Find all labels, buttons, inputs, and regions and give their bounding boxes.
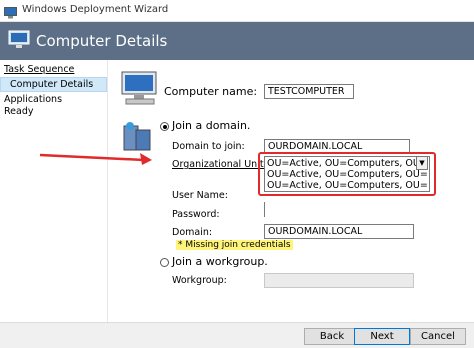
sidebar-item-applications[interactable]: Applications xyxy=(4,94,62,105)
workgroup-input[interactable] xyxy=(264,273,414,288)
computer-name-input[interactable]: TESTCOMPUTER xyxy=(264,84,354,99)
join-domain-radio[interactable] xyxy=(160,122,169,131)
sidebar-item-ready[interactable]: Ready xyxy=(4,106,34,117)
workgroup-label: Workgroup: xyxy=(172,275,227,286)
missing-credentials-warning: * Missing join credentials xyxy=(176,240,293,250)
sidebar-item-computer-details[interactable]: Computer Details xyxy=(0,77,107,92)
sidebar-item-task-sequence[interactable]: Task Sequence xyxy=(4,64,74,75)
window-title: Windows Deployment Wizard xyxy=(22,4,169,15)
annotation-arrow-icon xyxy=(39,153,152,165)
join-workgroup-label[interactable]: Join a workgroup. xyxy=(172,255,268,268)
domain-label: Domain: xyxy=(172,227,213,238)
domain-input[interactable]: OURDOMAIN.LOCAL xyxy=(264,224,414,239)
ou-label: Organizational Unit: xyxy=(172,159,267,170)
wizard-header: Computer Details xyxy=(0,22,474,60)
cancel-button[interactable]: Cancel xyxy=(410,328,466,345)
domain-to-join-label: Domain to join: xyxy=(172,141,245,152)
computer-icon xyxy=(120,70,160,110)
page-title: Computer Details xyxy=(36,32,168,50)
user-name-label: User Name: xyxy=(172,190,228,201)
next-button[interactable]: Next xyxy=(354,328,410,345)
wizard-sidebar: Task Sequence Computer Details Applicati… xyxy=(0,60,108,322)
computer-details-form: Computer name: TESTCOMPUTER Join a domai… xyxy=(108,60,474,322)
back-button[interactable]: Back xyxy=(304,328,360,345)
computer-monitor-icon xyxy=(8,30,30,54)
computer-name-label: Computer name: xyxy=(164,85,258,98)
join-domain-label[interactable]: Join a domain. xyxy=(172,119,250,132)
wizard-footer: Back Next Cancel xyxy=(0,322,474,348)
join-workgroup-radio[interactable] xyxy=(160,258,169,267)
window-titlebar: Windows Deployment Wizard xyxy=(0,0,474,22)
password-label: Password: xyxy=(172,209,220,220)
ou-highlight-box xyxy=(258,152,436,196)
app-icon xyxy=(4,4,17,23)
user-name-input[interactable] xyxy=(264,202,266,217)
